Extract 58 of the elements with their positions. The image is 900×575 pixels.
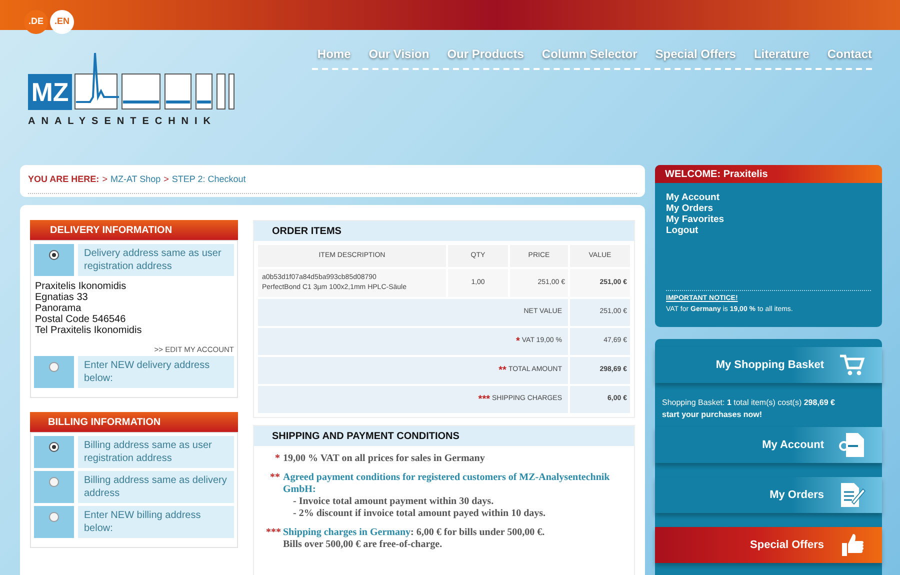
- breadcrumb-link[interactable]: MZ-AT Shop: [110, 173, 161, 186]
- condition-text: Agreed payment conditions for registered customers of MZ-Analysentechnik GmbH:: [283, 472, 611, 496]
- tile-label: My Account: [762, 438, 824, 453]
- radio-button[interactable]: [49, 477, 59, 488]
- breadcrumb-separator: >: [102, 173, 108, 186]
- option-label: Delivery address same as user registration address: [84, 247, 222, 273]
- sidebar-tile[interactable]: My Account: [655, 427, 882, 463]
- footnote-marker: ***: [266, 527, 280, 540]
- footnote-marker: *: [274, 453, 280, 465]
- footnote-marker: **: [498, 364, 506, 378]
- condition-text: 19,00 % VAT on all prices for sales in Germany: [283, 453, 485, 465]
- sidebar-tile[interactable]: My Orders: [655, 477, 882, 513]
- account-link[interactable]: My Orders: [666, 203, 882, 214]
- section-header: DELIVERY INFORMATION: [30, 220, 238, 240]
- condition-text: Shipping charges in Germany: 6,00 € for bills under 500,00 €.: [283, 527, 545, 539]
- sidebar-tile[interactable]: My Shopping Basket: [655, 347, 882, 383]
- breadcrumb-link[interactable]: STEP 2: Checkout: [172, 173, 246, 186]
- footnote-marker: ***: [478, 393, 490, 407]
- account-link[interactable]: My Favorites: [666, 214, 882, 225]
- language-button[interactable]: .EN: [50, 10, 74, 34]
- footnote-marker: **: [269, 472, 280, 485]
- cart-icon: [838, 352, 866, 378]
- radio-button[interactable]: [49, 362, 59, 372]
- logo-wordmark: ANALYSENTECHNIK: [28, 115, 218, 129]
- radio-button[interactable]: [49, 512, 59, 522]
- basket-summary: Shopping Basket: 1 total item(s) cost(s) 298,69 €: [662, 397, 836, 409]
- account-link[interactable]: My Account: [666, 192, 882, 203]
- option-label: Enter NEW billing address below:: [84, 509, 202, 536]
- tile-label: Special Offers: [750, 538, 824, 553]
- address-line: Praxitelis Ikonomidis: [35, 281, 128, 292]
- option-label: Billing address same as user registration address: [84, 439, 213, 466]
- radio-button[interactable]: [49, 250, 59, 260]
- tile-label: My Orders: [770, 488, 824, 503]
- breadcrumb-separator: >: [164, 173, 169, 186]
- document-key-icon: [838, 432, 866, 458]
- condition-text: - 2% discount if invoice total amount payed within 10 days.: [292, 508, 547, 520]
- option-label: Billing address same as delivery address: [84, 474, 228, 500]
- logo-mark: MZ: [28, 74, 72, 110]
- breadcrumb-label: YOU ARE HERE:: [28, 173, 100, 186]
- panel-header: WELCOME: Praxitelis: [655, 165, 882, 183]
- document-pen-icon: [838, 482, 866, 508]
- condition-text: - Invoice total amount payment within 30 days.: [292, 496, 495, 508]
- sidebar-tile[interactable]: Special Offers: [655, 527, 882, 563]
- account-link[interactable]: Logout: [666, 225, 882, 236]
- option-label: Enter NEW delivery address below:: [84, 359, 211, 386]
- footnote-marker: *: [516, 335, 520, 349]
- panel-header: ORDER ITEMS: [254, 221, 634, 241]
- tile-label: My Shopping Basket: [716, 358, 824, 373]
- panel-header: SHIPPING AND PAYMENT CONDITIONS: [254, 426, 634, 446]
- radio-button[interactable]: [49, 442, 59, 452]
- section-header: BILLING INFORMATION: [30, 412, 238, 432]
- address-line: Tel Praxitelis Ikonomidis: [35, 325, 143, 336]
- address-line: Postal Code 546546: [35, 314, 127, 325]
- address-line: Panorama: [35, 303, 82, 314]
- condition-text: Bills over 500,00 € are free-of-charge.: [283, 539, 444, 551]
- language-button[interactable]: .DE: [24, 10, 48, 34]
- purchase-link[interactable]: start your purchases now!: [662, 409, 875, 421]
- address-line: Egnatias 33: [35, 292, 89, 303]
